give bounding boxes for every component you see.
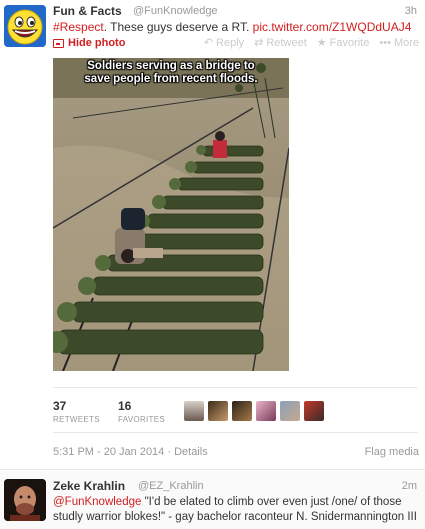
retweet-icon: ⇄ <box>254 37 264 49</box>
hide-photo-button[interactable]: Hide photo <box>53 37 125 49</box>
favorites-stat[interactable]: 16 FAVORITES <box>118 399 165 424</box>
tweet-timestamp[interactable]: 5:31 PM - 20 Jan 2014 · Details <box>53 446 208 458</box>
flag-media-link[interactable]: Flag media <box>365 446 419 458</box>
reply-fullname[interactable]: Zeke Krahlin <box>53 479 125 493</box>
avatar[interactable] <box>208 401 228 421</box>
mention-link[interactable]: @FunKnowledge <box>53 496 141 508</box>
photo-caption: Soldiers serving as a bridge to save peo… <box>53 60 289 86</box>
tweet-time[interactable]: 3h <box>405 5 417 17</box>
reply-username[interactable]: @EZ_Krahlin <box>138 480 204 492</box>
reply-time[interactable]: 2m <box>402 480 417 492</box>
favorite-icon: ★ <box>316 37 327 49</box>
favorite-label: Favorite <box>329 36 370 49</box>
avatar[interactable] <box>4 5 46 47</box>
retweet-button[interactable]: ⇄ Retweet <box>254 36 307 50</box>
trollface-icon <box>4 5 46 47</box>
reply-text: @FunKnowledge "I'd be elated to climb ov… <box>53 495 419 525</box>
author-username[interactable]: @FunKnowledge <box>133 5 218 17</box>
reply-label: Reply <box>216 36 245 49</box>
hashtag-link[interactable]: #Respect <box>53 20 104 34</box>
reply-button[interactable]: ↶ Reply <box>203 36 245 50</box>
tweet-photo[interactable]: Soldiers serving as a bridge to save peo… <box>53 58 289 371</box>
avatar[interactable] <box>304 401 324 421</box>
pic-link[interactable]: pic.twitter.com/Z1WQDdUAJ4 <box>253 20 412 34</box>
tweet-actions: ↶ Reply ⇄ Retweet ★ Favorite ••• More <box>203 36 419 50</box>
tweet: Fun & Facts @FunKnowledge 3h #Respect. T… <box>0 0 425 470</box>
avatar[interactable] <box>280 401 300 421</box>
soldiers-bridge-image <box>53 58 289 371</box>
reply-icon: ↶ <box>203 37 214 49</box>
favorites-label: FAVORITES <box>118 415 166 424</box>
favoriters-list <box>184 401 324 421</box>
avatar[interactable] <box>184 401 204 421</box>
retweets-label: RETWEETS <box>53 415 100 424</box>
avatar-photo <box>4 479 46 521</box>
photo-caption-line2: save people from recent floods. <box>84 73 258 85</box>
tweet-stats: 37 RETWEETS 16 FAVORITES <box>53 387 418 433</box>
avatar[interactable] <box>4 479 46 521</box>
retweets-stat[interactable]: 37 RETWEETS <box>53 399 100 424</box>
retweet-label: Retweet <box>266 36 307 49</box>
avatar[interactable] <box>256 401 276 421</box>
hide-photo-icon <box>53 38 64 48</box>
more-label: More <box>393 36 419 49</box>
photo-caption-line1: Soldiers serving as a bridge to <box>87 60 255 72</box>
favorites-count: 16 <box>118 399 132 413</box>
reply-tweet: Zeke Krahlin @EZ_Krahlin 2m @FunKnowledg… <box>0 471 425 529</box>
more-button[interactable]: ••• More <box>379 36 419 49</box>
tweet-body: . These guys deserve a RT. <box>103 20 253 34</box>
favorite-button[interactable]: ★ Favorite <box>316 36 370 50</box>
more-icon: ••• <box>379 36 391 49</box>
retweets-count: 37 <box>53 399 67 413</box>
hide-photo-label: Hide photo <box>68 37 126 49</box>
tweet-text: #Respect. These guys deserve a RT. pic.t… <box>53 20 411 34</box>
author-fullname[interactable]: Fun & Facts <box>53 4 122 18</box>
avatar[interactable] <box>232 401 252 421</box>
